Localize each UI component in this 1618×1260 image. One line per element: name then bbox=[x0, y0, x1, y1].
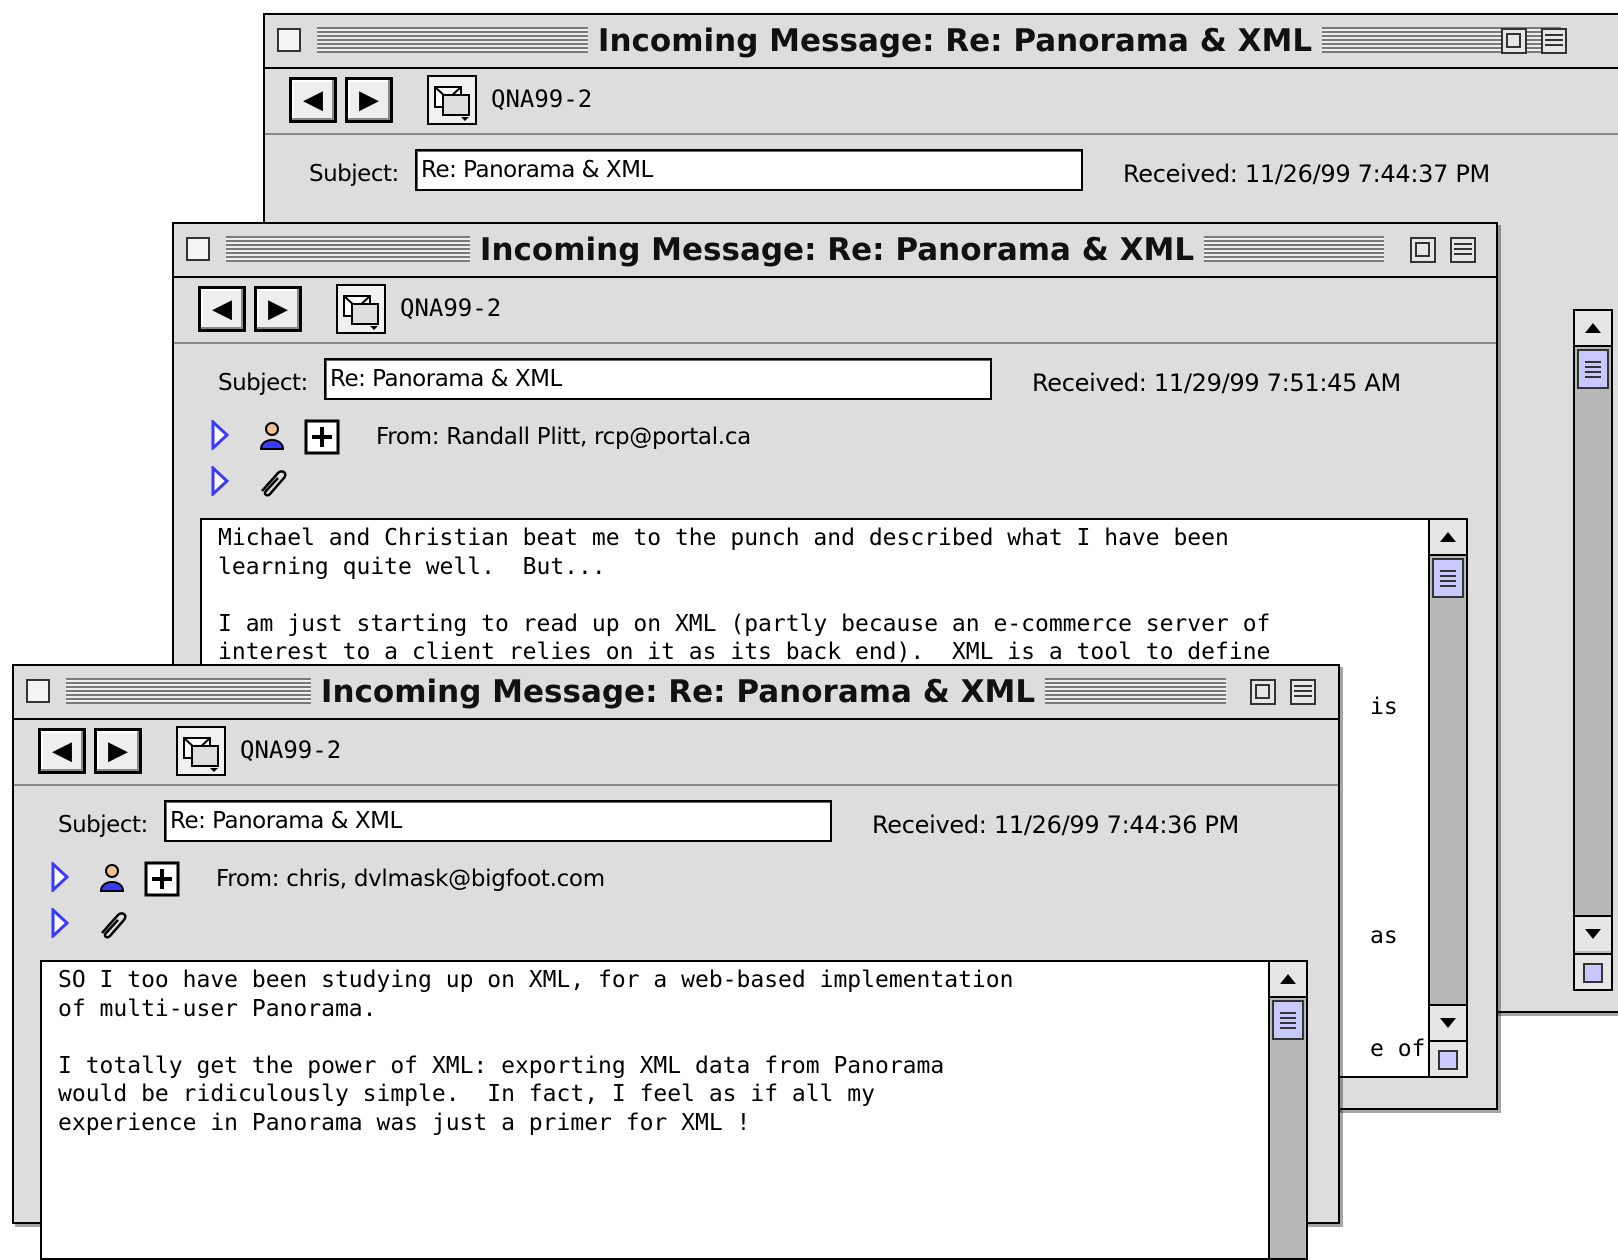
body-fragment: e of bbox=[1370, 1036, 1426, 1062]
forward-arrow-icon[interactable]: ▶ bbox=[345, 77, 393, 123]
mailbox-name: QNA99-2 bbox=[240, 736, 342, 764]
forward-arrow-icon[interactable]: ▶ bbox=[254, 286, 302, 332]
scroll-up-arrow[interactable] bbox=[1270, 962, 1306, 998]
mailbox-icon[interactable] bbox=[427, 75, 477, 125]
zoom-box[interactable] bbox=[1410, 237, 1436, 263]
add-address-icon[interactable] bbox=[144, 861, 180, 897]
body-fragment: as bbox=[1370, 923, 1398, 949]
title-bar[interactable]: Incoming Message: Re: Panorama & XML bbox=[265, 15, 1618, 69]
close-box[interactable] bbox=[186, 237, 210, 261]
mailbox-icon[interactable] bbox=[336, 284, 386, 334]
paperclip-icon[interactable] bbox=[96, 909, 130, 939]
title-bar[interactable]: Incoming Message: Re: Panorama & XML bbox=[14, 666, 1338, 720]
collapse-box[interactable] bbox=[1541, 28, 1567, 54]
back-arrow-icon[interactable]: ◀ bbox=[198, 286, 246, 332]
scroll-up-arrow[interactable] bbox=[1575, 311, 1611, 347]
close-box[interactable] bbox=[277, 28, 301, 52]
from-address: From: Randall Plitt, rcp@portal.ca bbox=[376, 424, 751, 450]
window-title: Incoming Message: Re: Panorama & XML bbox=[310, 666, 1046, 718]
scroll-up-arrow[interactable] bbox=[1430, 520, 1466, 556]
paperclip-icon[interactable] bbox=[256, 467, 290, 497]
title-bar[interactable]: Incoming Message: Re: Panorama & XML bbox=[174, 224, 1496, 278]
back-arrow-icon[interactable]: ◀ bbox=[38, 728, 86, 774]
collapse-box[interactable] bbox=[1290, 679, 1316, 705]
message-text[interactable]: SO I too have been studying up on XML, f… bbox=[58, 966, 1246, 1137]
subject-label: Subject: bbox=[218, 370, 308, 396]
disclosure-triangle-icon[interactable] bbox=[50, 862, 70, 892]
toolbar: ◀ ▶ QNA99-2 bbox=[174, 276, 1496, 344]
person-icon[interactable] bbox=[258, 421, 286, 451]
collapse-box[interactable] bbox=[1450, 237, 1476, 263]
subject-field[interactable]: Re: Panorama & XML bbox=[164, 800, 832, 842]
disclosure-triangle-icon[interactable] bbox=[210, 420, 230, 450]
scroll-thumb[interactable] bbox=[1432, 558, 1464, 598]
subject-field[interactable]: Re: Panorama & XML bbox=[324, 358, 992, 400]
received-date: Received: 11/26/99 7:44:36 PM bbox=[872, 811, 1239, 839]
mailbox-icon[interactable] bbox=[176, 726, 226, 776]
resize-box[interactable] bbox=[1430, 1040, 1466, 1076]
received-date: Received: 11/26/99 7:44:37 PM bbox=[1123, 160, 1490, 188]
forward-arrow-icon[interactable]: ▶ bbox=[94, 728, 142, 774]
subject-label: Subject: bbox=[309, 161, 399, 187]
body-scrollbar[interactable] bbox=[1428, 520, 1466, 1076]
resize-box[interactable] bbox=[1575, 953, 1611, 989]
window-title: Incoming Message: Re: Panorama & XML bbox=[587, 15, 1323, 67]
toolbar: ◀ ▶ QNA99-2 bbox=[265, 67, 1618, 135]
back-arrow-icon[interactable]: ◀ bbox=[289, 77, 337, 123]
scroll-down-arrow[interactable] bbox=[1430, 1004, 1466, 1040]
zoom-box[interactable] bbox=[1501, 28, 1527, 54]
body-fragment: is bbox=[1370, 694, 1398, 720]
window-title: Incoming Message: Re: Panorama & XML bbox=[469, 224, 1205, 276]
scroll-down-arrow[interactable] bbox=[1575, 915, 1611, 951]
received-date: Received: 11/29/99 7:51:45 AM bbox=[1032, 369, 1401, 397]
disclosure-triangle-icon[interactable] bbox=[210, 466, 230, 496]
message-window-front[interactable]: Incoming Message: Re: Panorama & XML ◀ ▶… bbox=[12, 664, 1340, 1260]
toolbar: ◀ ▶ QNA99-2 bbox=[14, 718, 1338, 786]
disclosure-triangle-icon[interactable] bbox=[50, 908, 70, 938]
subject-label: Subject: bbox=[58, 812, 148, 838]
add-address-icon[interactable] bbox=[304, 419, 340, 455]
from-address: From: chris, dvlmask@bigfoot.com bbox=[216, 866, 605, 892]
message-text[interactable]: Michael and Christian beat me to the pun… bbox=[218, 524, 1406, 667]
close-box[interactable] bbox=[26, 679, 50, 703]
body-scrollbar[interactable] bbox=[1268, 962, 1306, 1258]
mailbox-name: QNA99-2 bbox=[491, 85, 593, 113]
person-icon[interactable] bbox=[98, 863, 126, 893]
message-body[interactable]: SO I too have been studying up on XML, f… bbox=[40, 960, 1308, 1260]
subject-field[interactable]: Re: Panorama & XML bbox=[415, 149, 1083, 191]
zoom-box[interactable] bbox=[1250, 679, 1276, 705]
mailbox-name: QNA99-2 bbox=[400, 294, 502, 322]
scroll-thumb[interactable] bbox=[1577, 349, 1609, 389]
body-scrollbar[interactable] bbox=[1573, 309, 1613, 991]
scroll-thumb[interactable] bbox=[1272, 1000, 1304, 1040]
